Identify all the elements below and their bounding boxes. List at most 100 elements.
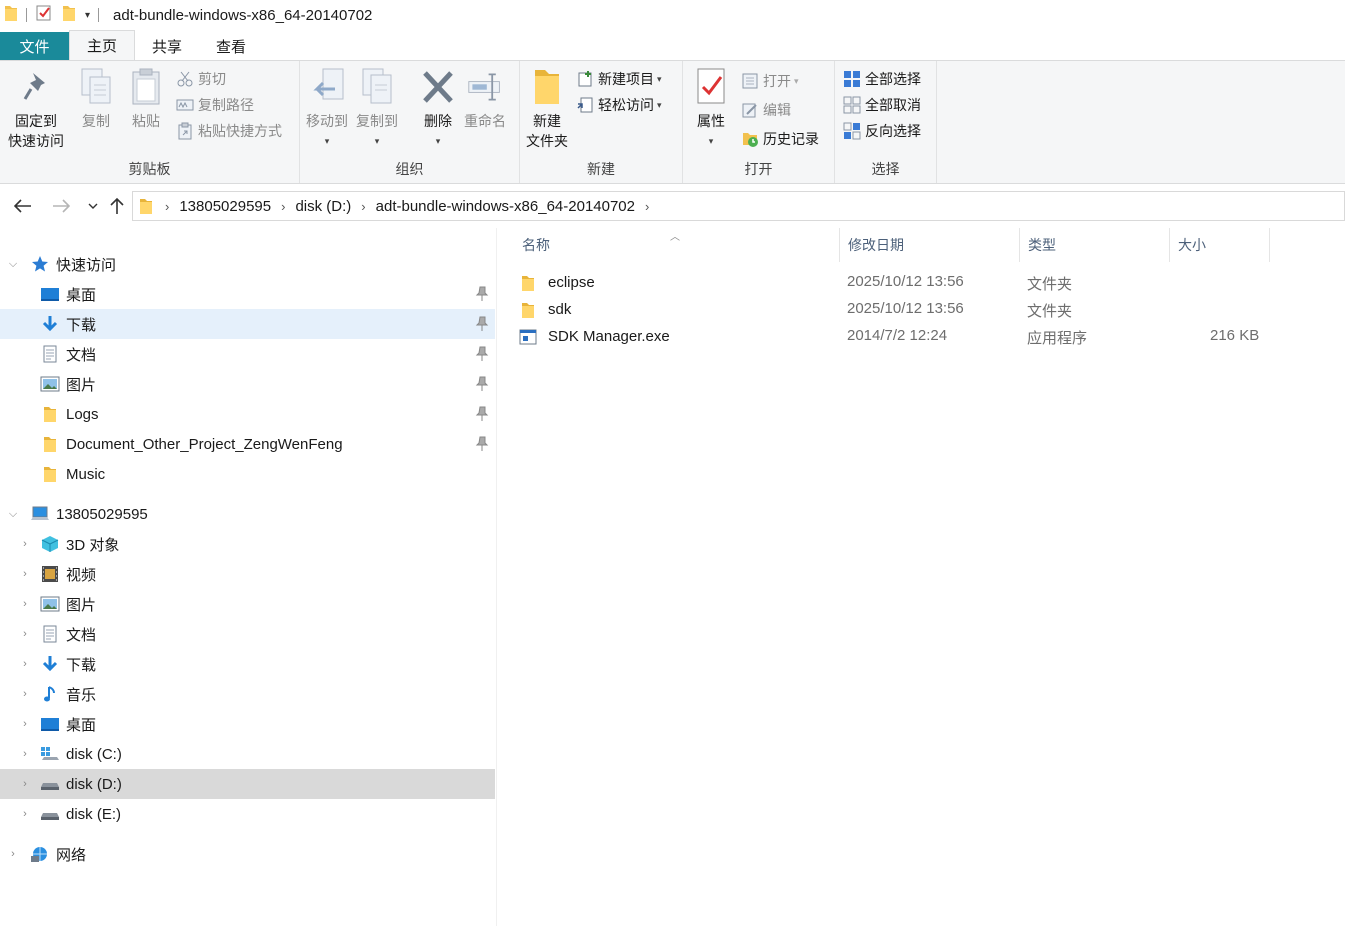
chevron-right-icon[interactable]: › bbox=[355, 199, 371, 214]
properties-button[interactable]: 属性 ▾ bbox=[693, 67, 729, 151]
nav-item-music[interactable]: › 音乐 bbox=[0, 679, 495, 709]
nav-item-downloads[interactable]: 下载 bbox=[0, 309, 495, 339]
nav-item-documents[interactable]: 文档 bbox=[0, 339, 495, 369]
pin-icon[interactable] bbox=[475, 436, 489, 452]
chevron-right-icon[interactable]: › bbox=[18, 538, 32, 550]
folder-icon bbox=[40, 404, 60, 424]
chevron-down-icon[interactable]: ⌵ bbox=[6, 508, 20, 521]
forward-button[interactable] bbox=[48, 193, 74, 219]
chevron-right-icon[interactable]: › bbox=[18, 568, 32, 580]
nav-item-disk-e[interactable]: › disk (E:) bbox=[0, 799, 495, 829]
window-title: adt-bundle-windows-x86_64-20140702 bbox=[113, 6, 373, 24]
file-row-sdk[interactable]: sdk 2025/10/12 13:56 文件夹 bbox=[518, 296, 1278, 323]
new-item-button[interactable]: 新建项目 ▾ bbox=[576, 67, 662, 91]
column-header-modified[interactable]: 修改日期 bbox=[840, 228, 1020, 262]
customize-quick-access-icon[interactable]: ▾ bbox=[85, 10, 90, 21]
breadcrumb[interactable]: › 13805029595 › disk (D:) › adt-bundle-w… bbox=[132, 191, 1345, 221]
open-button[interactable]: 打开 ▾ bbox=[741, 69, 799, 93]
nav-item-desktop[interactable]: 桌面 bbox=[0, 279, 495, 309]
tab-home[interactable]: 主页 bbox=[69, 30, 135, 60]
column-header-type-label: 类型 bbox=[1028, 237, 1056, 253]
file-name: SDK Manager.exe bbox=[548, 328, 670, 345]
rename-button[interactable]: 重命名 bbox=[464, 67, 506, 131]
easy-access-button[interactable]: 轻松访问 ▾ bbox=[576, 93, 662, 117]
cut-button[interactable]: 剪切 bbox=[176, 67, 226, 91]
pin-icon[interactable] bbox=[475, 346, 489, 362]
file-list: ︿ 名称 修改日期 类型 大小 eclipse 2025/10/12 13:56… bbox=[498, 228, 1345, 926]
chevron-right-icon[interactable]: › bbox=[18, 658, 32, 670]
chevron-right-icon[interactable]: › bbox=[6, 848, 20, 860]
select-all-button[interactable]: 全部选择 bbox=[843, 67, 921, 91]
pin-icon[interactable] bbox=[475, 376, 489, 392]
nav-item-pc-pictures[interactable]: › 图片 bbox=[0, 589, 495, 619]
edit-button[interactable]: 编辑 bbox=[741, 98, 791, 122]
chevron-right-icon[interactable]: › bbox=[159, 199, 175, 214]
select-none-button[interactable]: 全部取消 bbox=[843, 93, 921, 117]
chevron-right-icon[interactable]: › bbox=[18, 808, 32, 820]
chevron-down-icon[interactable]: ⌵ bbox=[6, 258, 20, 271]
nav-quick-access[interactable]: ⌵ 快速访问 bbox=[0, 249, 495, 279]
nav-item-3d-objects[interactable]: › 3D 对象 bbox=[0, 529, 495, 559]
file-row-eclipse[interactable]: eclipse 2025/10/12 13:56 文件夹 bbox=[518, 269, 1278, 296]
nav-this-pc[interactable]: ⌵ 13805029595 bbox=[0, 499, 495, 529]
chevron-right-icon[interactable]: › bbox=[18, 628, 32, 640]
history-button[interactable]: 历史记录 bbox=[741, 127, 819, 151]
address-bar: › 13805029595 › disk (D:) › adt-bundle-w… bbox=[0, 185, 1345, 227]
open-icon bbox=[741, 72, 759, 90]
copy-icon bbox=[78, 67, 114, 107]
copy-path-button[interactable]: 复制路径 bbox=[176, 93, 254, 117]
chevron-right-icon[interactable]: › bbox=[18, 718, 32, 730]
paste-button[interactable]: 粘贴 bbox=[128, 67, 164, 131]
pin-icon[interactable] bbox=[475, 286, 489, 302]
chevron-right-icon[interactable]: › bbox=[18, 778, 32, 790]
chevron-right-icon[interactable]: › bbox=[18, 598, 32, 610]
file-row-sdk-manager[interactable]: SDK Manager.exe 2014/7/2 12:24 应用程序 216 … bbox=[518, 323, 1278, 350]
nav-item-pc-documents[interactable]: › 文档 bbox=[0, 619, 495, 649]
nav-network[interactable]: › 网络 bbox=[0, 839, 495, 869]
up-button[interactable] bbox=[104, 193, 130, 219]
nav-item-disk-d[interactable]: › disk (D:) bbox=[0, 769, 495, 799]
column-header-size[interactable]: 大小 bbox=[1170, 228, 1270, 262]
clipboard-group-label: 剪贴板 bbox=[128, 161, 171, 177]
pin-to-quick-access-button[interactable]: 固定到 快速访问 bbox=[8, 67, 64, 151]
recent-locations-chevron-down-icon[interactable] bbox=[80, 193, 106, 219]
delete-button[interactable]: 删除 ▾ bbox=[420, 67, 456, 151]
file-name: sdk bbox=[548, 301, 572, 318]
move-to-button[interactable]: 移动到 ▾ bbox=[306, 67, 348, 151]
chevron-right-icon[interactable]: › bbox=[275, 199, 291, 214]
breadcrumb-item-drive[interactable]: disk (D:) bbox=[291, 198, 355, 215]
copy-to-button[interactable]: 复制到 ▾ bbox=[356, 67, 398, 151]
nav-item-music-folder[interactable]: Music bbox=[0, 459, 495, 489]
column-header-type[interactable]: 类型 bbox=[1020, 228, 1170, 262]
chevron-right-icon[interactable]: › bbox=[639, 199, 655, 214]
copy-button[interactable]: 复制 bbox=[78, 67, 114, 131]
nav-item-pc-downloads[interactable]: › 下载 bbox=[0, 649, 495, 679]
nav-item-label: disk (C:) bbox=[66, 745, 122, 763]
nav-item-document-other-project[interactable]: Document_Other_Project_ZengWenFeng bbox=[0, 429, 495, 459]
chevron-right-icon[interactable]: › bbox=[18, 748, 32, 760]
nav-item-videos[interactable]: › 视频 bbox=[0, 559, 495, 589]
new-folder-label-1: 新建 bbox=[533, 113, 561, 129]
column-header-name[interactable]: 名称 bbox=[514, 228, 840, 262]
tab-share[interactable]: 共享 bbox=[135, 32, 199, 60]
nav-item-disk-c[interactable]: › disk (C:) bbox=[0, 739, 495, 769]
properties-quick-icon[interactable] bbox=[35, 4, 53, 26]
download-icon bbox=[40, 654, 60, 674]
pin-icon[interactable] bbox=[475, 316, 489, 332]
nav-network-label: 网络 bbox=[56, 846, 87, 864]
nav-item-pictures[interactable]: 图片 bbox=[0, 369, 495, 399]
new-folder-quick-icon[interactable] bbox=[61, 4, 77, 26]
tab-file[interactable]: 文件 bbox=[0, 32, 69, 60]
breadcrumb-item-folder[interactable]: adt-bundle-windows-x86_64-20140702 bbox=[372, 198, 639, 215]
chevron-right-icon[interactable]: › bbox=[18, 688, 32, 700]
edit-icon bbox=[741, 101, 759, 119]
paste-shortcut-button[interactable]: 粘贴快捷方式 bbox=[176, 119, 282, 143]
nav-item-logs[interactable]: Logs bbox=[0, 399, 495, 429]
new-folder-button[interactable]: 新建 文件夹 bbox=[526, 67, 568, 151]
back-button[interactable] bbox=[10, 193, 36, 219]
tab-view[interactable]: 查看 bbox=[199, 32, 263, 60]
breadcrumb-item-pc[interactable]: 13805029595 bbox=[175, 198, 275, 215]
nav-item-pc-desktop[interactable]: › 桌面 bbox=[0, 709, 495, 739]
invert-selection-button[interactable]: 反向选择 bbox=[843, 119, 921, 143]
pin-icon[interactable] bbox=[475, 406, 489, 422]
